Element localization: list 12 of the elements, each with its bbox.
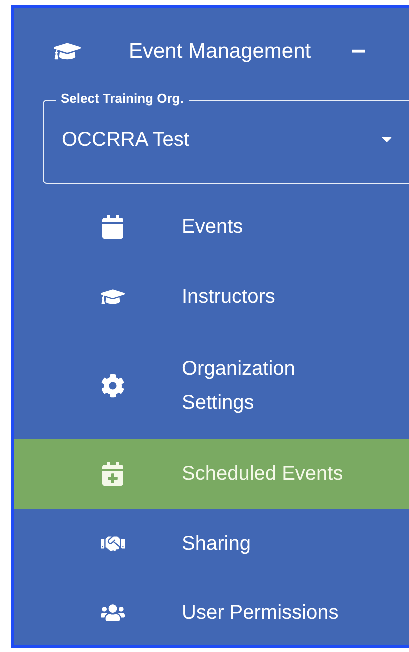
calendar-plus-icon [101, 462, 125, 486]
nav-item[interactable]: Organization Settings [14, 333, 409, 439]
nav-item[interactable]: User Permissions [14, 579, 409, 645]
nav-item[interactable]: Sharing [14, 509, 409, 579]
nav-item[interactable]: Events [14, 193, 409, 261]
select-value: OCCRRA Test [62, 129, 190, 152]
section-title: Event Management [129, 40, 312, 64]
collapse-toggle[interactable]: − [351, 36, 366, 67]
select-label: Select Training Org. [56, 91, 189, 107]
calendar-icon [101, 215, 125, 239]
gear-icon [101, 374, 125, 398]
nav-item[interactable]: Instructors [14, 261, 409, 333]
